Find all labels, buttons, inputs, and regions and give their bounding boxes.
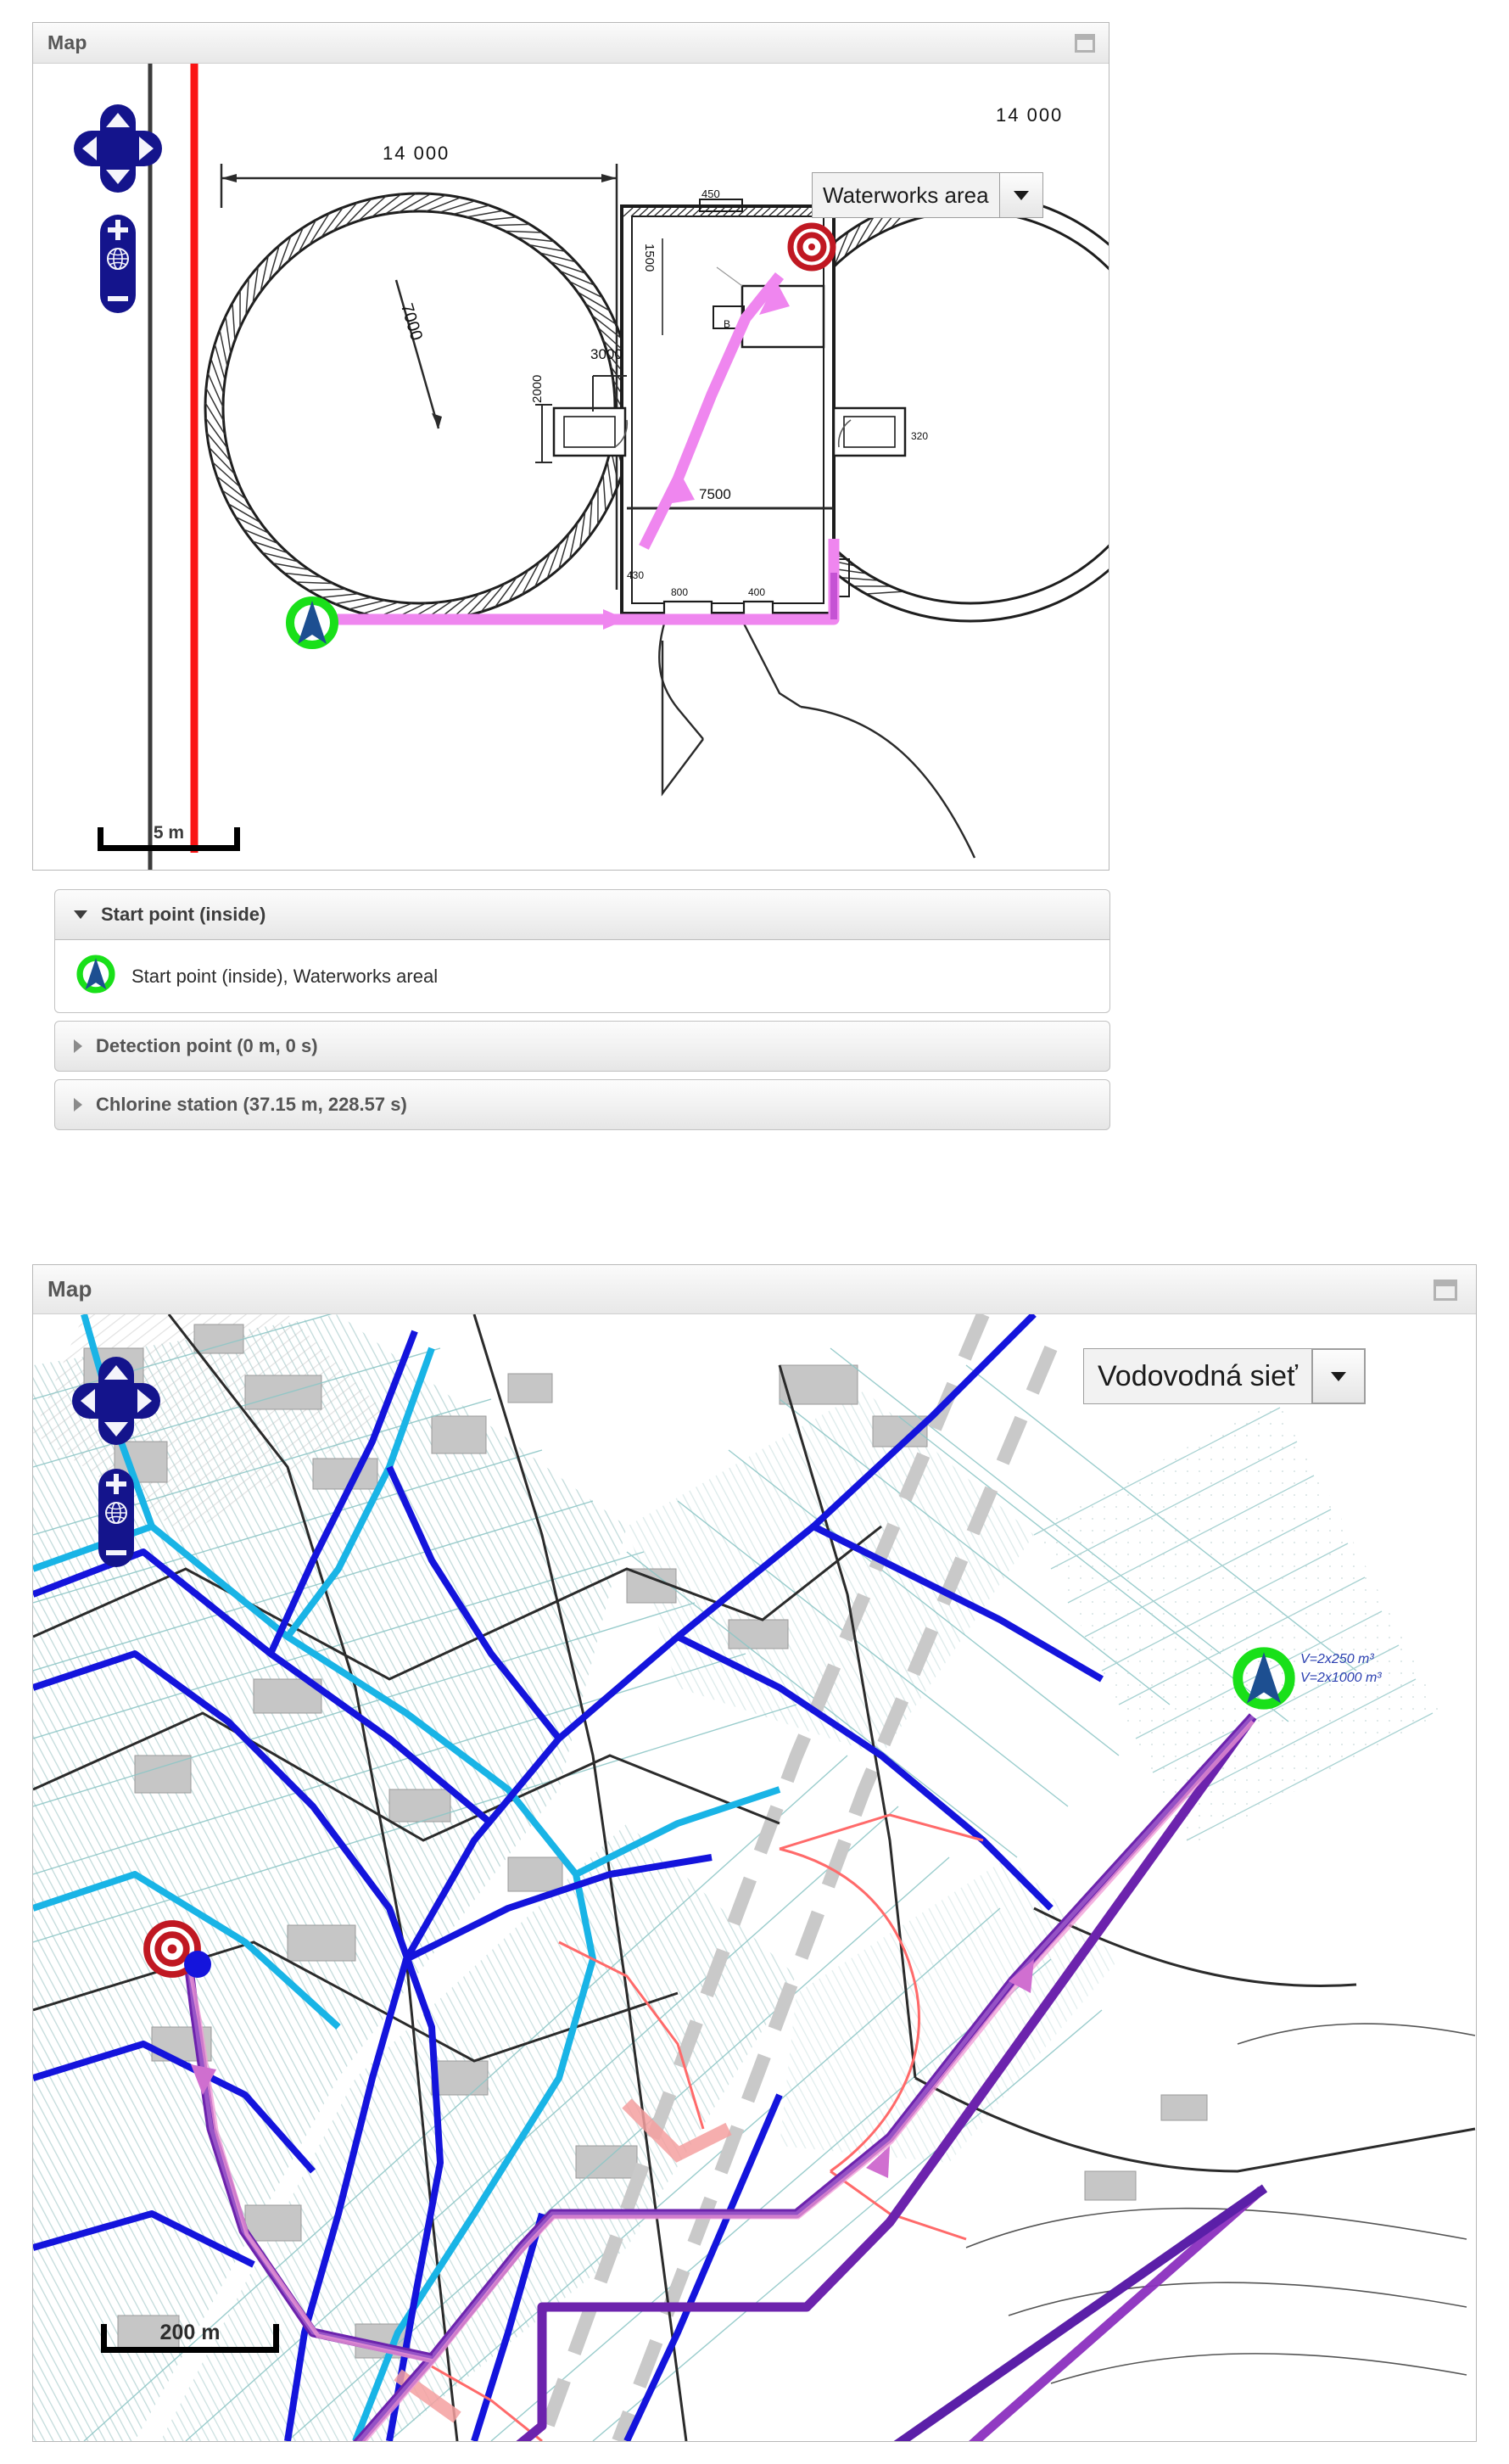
chevron-down-icon [1014,191,1029,200]
scalebar-bottom-label: 200 m [101,2321,279,2345]
accordion-item-start-point: Start point (inside) Start point (inside… [54,889,1110,1013]
accordion-body-start-point: Start point (inside), Waterworks areal [54,940,1110,1013]
chevron-down-icon [1331,1372,1346,1381]
dimension-label-small-d: 400 [748,586,765,598]
accordion-item-detection-point: Detection point (0 m, 0 s) [54,1021,1110,1072]
blue-dot-icon[interactable] [184,1951,211,1978]
reservoir-volume-annotation: V=2x250 m³ V=2x1000 m³ [1300,1650,1382,1687]
scalebar-top: 5 m [98,815,240,851]
reservoir-volume-line-2: V=2x1000 m³ [1300,1669,1382,1688]
plus-icon-v[interactable] [115,220,120,240]
dimension-label-small-c: 800 [671,586,688,598]
accordion-item-chlorine-station: Chlorine station (37.15 m, 228.57 s) [54,1079,1110,1130]
pan-control-bottom[interactable] [72,1357,160,1445]
arrow-left-icon[interactable] [82,137,97,160]
accordion-label-chlorine-station: Chlorine station (37.15 m, 228.57 s) [96,1094,407,1116]
dimension-label-3000: 3000 [590,346,623,363]
layer-selector-top[interactable]: Waterworks area [812,172,1043,218]
map-panel-top-header: Map [33,23,1109,64]
accordion-header-start-point[interactable]: Start point (inside) [54,889,1110,940]
triangle-down-icon[interactable] [74,910,87,919]
green-arrow-marker-icon [75,954,116,999]
accordion-label-start-point: Start point (inside) [101,904,265,926]
zoom-control-bottom[interactable] [98,1469,134,1567]
plus-icon-v[interactable] [114,1474,119,1494]
globe-icon[interactable] [106,247,130,271]
minus-icon[interactable] [106,1550,126,1555]
accordion-label-detection-point: Detection point (0 m, 0 s) [96,1035,318,1057]
arrow-down-icon[interactable] [106,170,130,184]
layer-selector-bottom-toggle[interactable] [1311,1348,1366,1404]
dimension-label-top-right: 14 000 [996,104,1063,126]
page-title-bottom: Map [33,1276,92,1302]
map-canvas-bottom[interactable]: V=2x250 m³ V=2x1000 m³ Vodovodná sieť [33,1314,1476,2441]
utility-network-map [33,1314,1476,2441]
layer-selector-bottom[interactable]: Vodovodná sieť [1083,1348,1366,1404]
restore-icon[interactable] [1434,1280,1457,1301]
minus-icon[interactable] [108,296,128,301]
scalebar-line [101,2347,279,2353]
globe-icon[interactable] [104,1501,128,1525]
arrow-left-icon[interactable] [81,1389,95,1413]
arrow-up-icon[interactable] [106,113,130,127]
arrow-right-icon[interactable] [137,1389,152,1413]
dimension-label-2000: 2000 [530,375,545,403]
layer-selector-top-toggle[interactable] [999,172,1043,218]
dimension-label-7500: 7500 [699,486,731,503]
start-point-marker[interactable] [1231,1645,1297,1711]
accordion-header-chlorine-station[interactable]: Chlorine station (37.15 m, 228.57 s) [54,1079,1110,1130]
reservoir-volume-line-1: V=2x250 m³ [1300,1650,1382,1669]
dimension-label-top-left: 14 000 [383,143,450,165]
arrow-right-icon[interactable] [139,137,154,160]
arrow-down-icon[interactable] [104,1422,128,1436]
dimension-label-450: 450 [701,188,720,200]
layer-selector-bottom-value[interactable]: Vodovodná sieť [1083,1348,1311,1404]
scalebar-bottom: 200 m [101,2316,279,2353]
pan-control-top[interactable] [74,104,162,193]
restore-icon[interactable] [1075,34,1095,53]
dimension-label-small-e: B [724,318,730,330]
map-panel-top: Map [32,22,1109,871]
zoom-control-top[interactable] [100,215,136,313]
scalebar-line [98,845,240,851]
dimension-label-small-a: 320 [911,430,928,442]
map-canvas-top[interactable]: 14 000 14 000 7000 3000 7500 2000 1500 4… [33,64,1109,870]
accordion-header-detection-point[interactable]: Detection point (0 m, 0 s) [54,1021,1110,1072]
restore-icon-bar [1434,1280,1457,1286]
arrow-up-icon[interactable] [104,1365,128,1380]
dimension-label-small-b: 430 [627,569,644,581]
triangle-right-icon[interactable] [74,1098,82,1112]
restore-icon-bar [1075,34,1095,40]
scalebar-top-label: 5 m [98,823,240,843]
start-point-marker[interactable] [284,595,340,651]
map-panel-bottom: Map [32,1264,1477,2442]
dimension-label-1500: 1500 [642,244,657,272]
route-accordion: Start point (inside) Start point (inside… [54,889,1110,1138]
layer-selector-top-value[interactable]: Waterworks area [812,172,999,218]
page-title: Map [33,31,87,54]
accordion-body-text-start-point: Start point (inside), Waterworks areal [131,966,438,988]
triangle-right-icon[interactable] [74,1039,82,1053]
map-panel-bottom-header: Map [33,1265,1476,1314]
red-bullseye-icon[interactable] [786,221,837,277]
